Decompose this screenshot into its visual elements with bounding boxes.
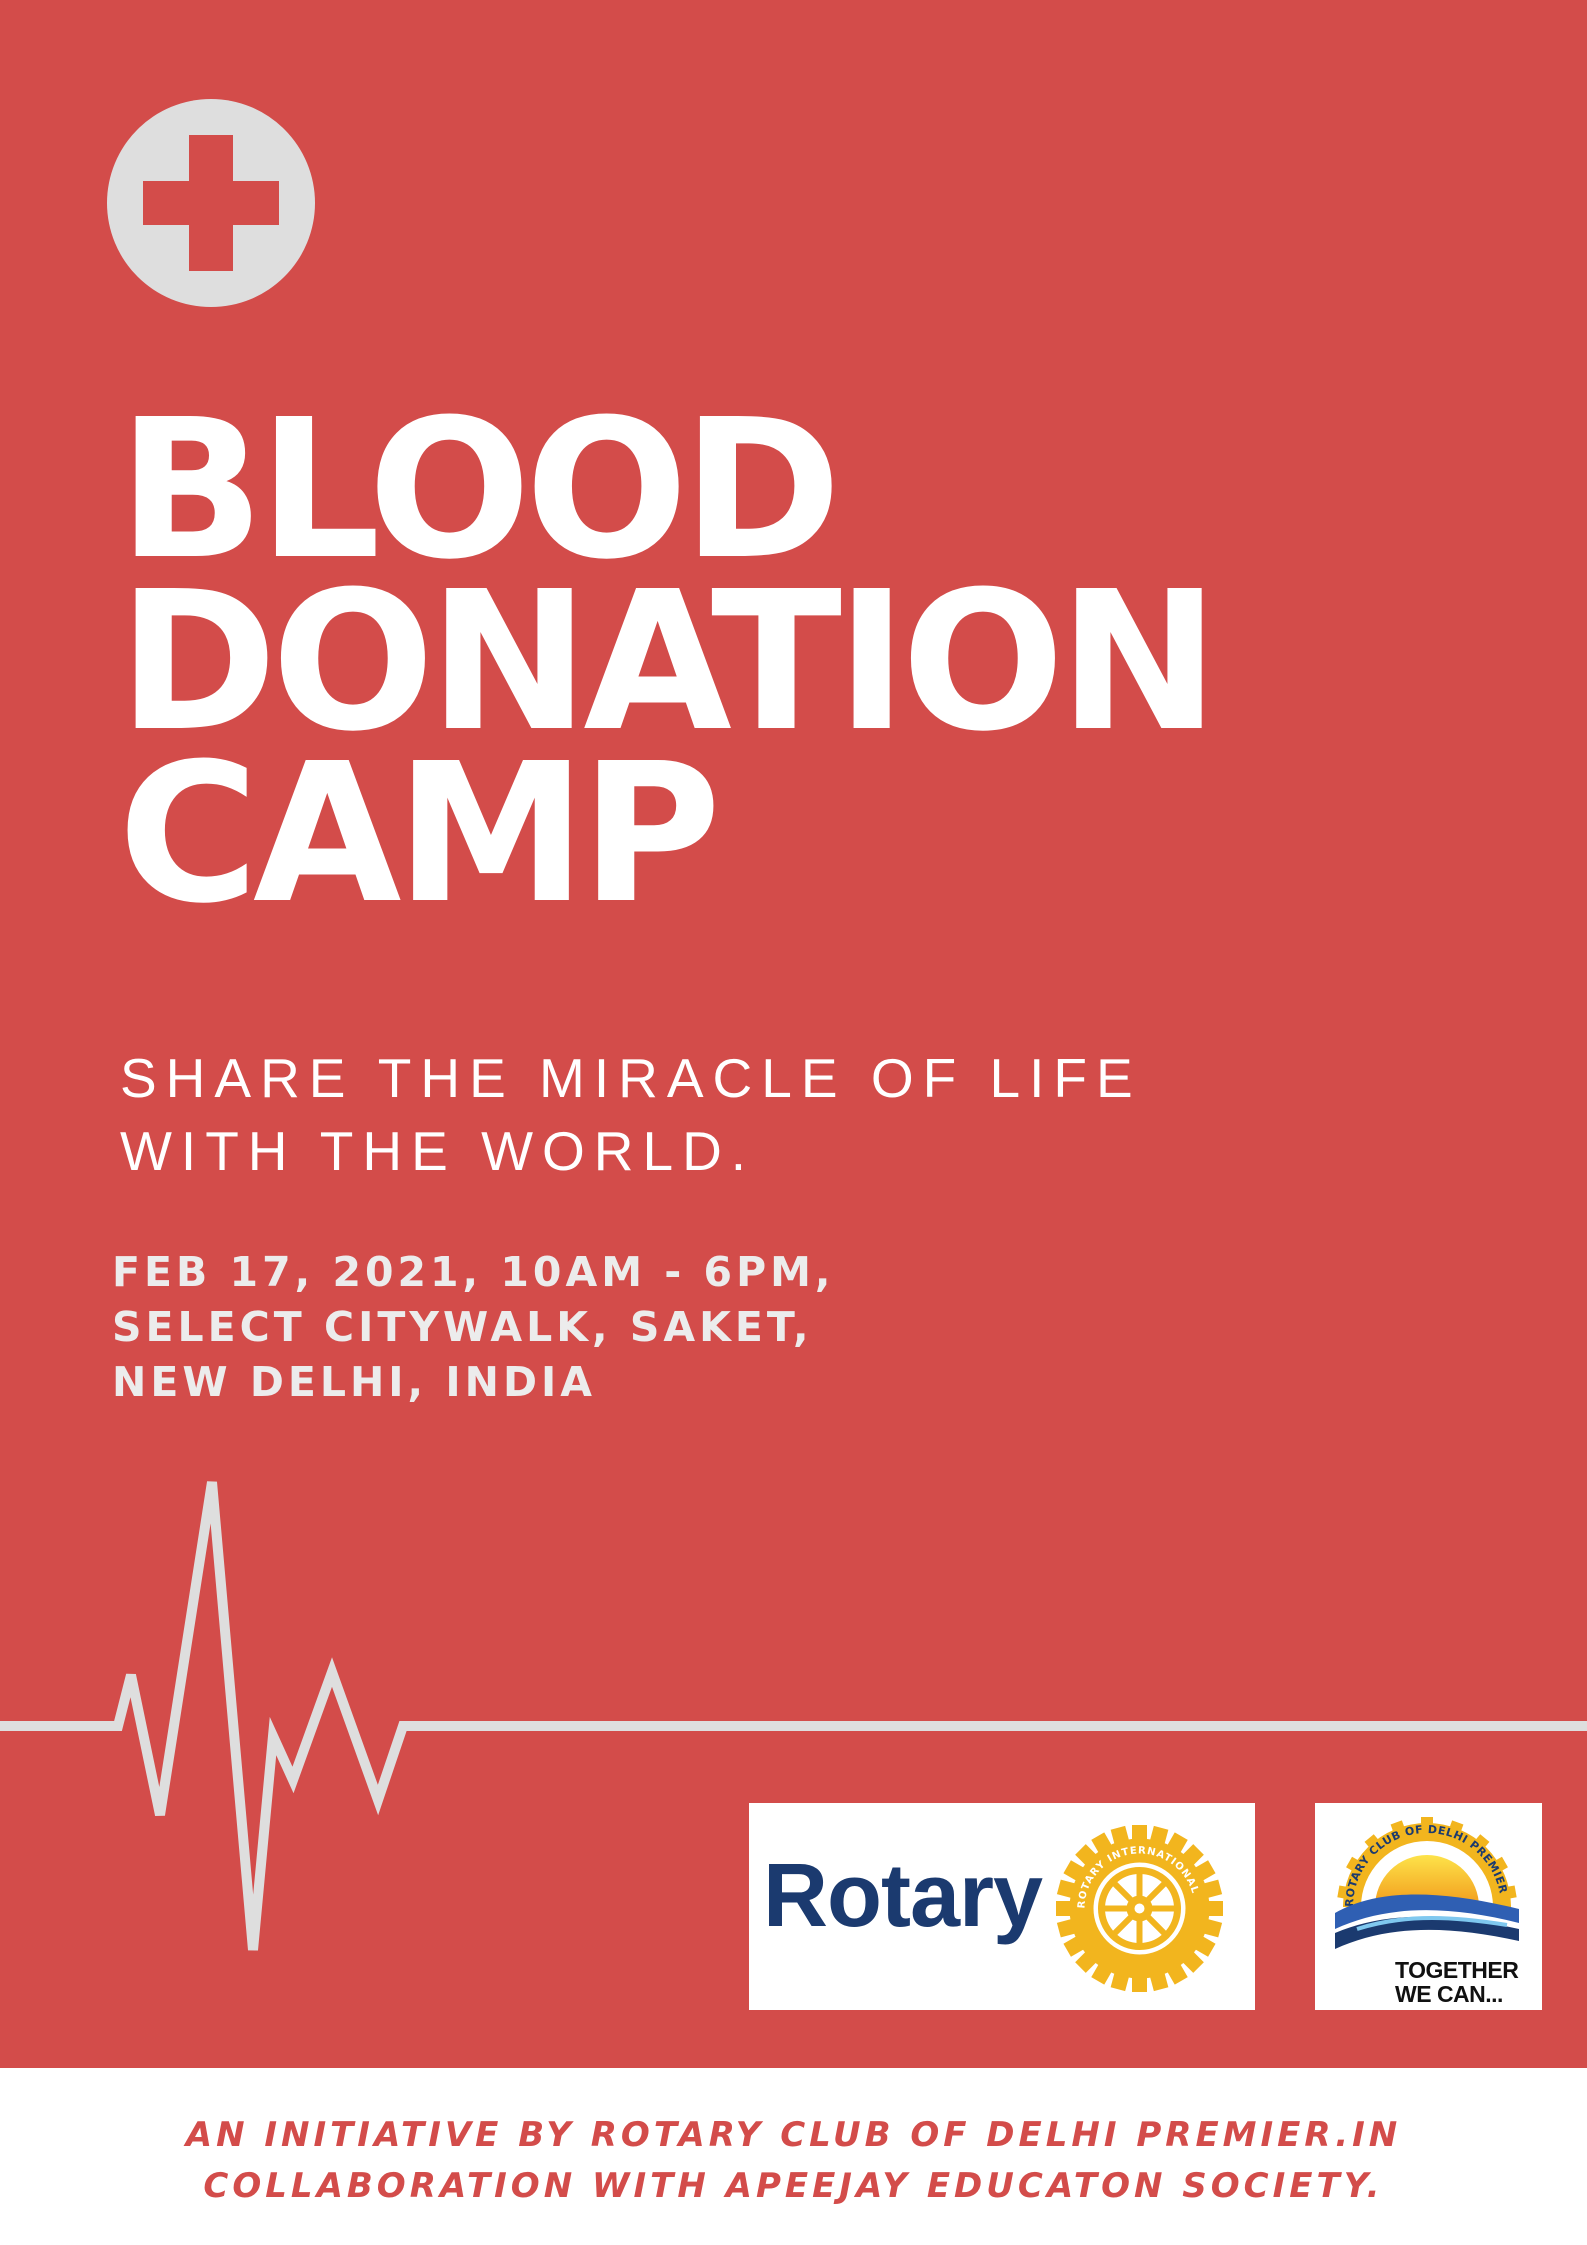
rotary-wheel-icon: ROTARY INTERNATIONAL: [1056, 1825, 1223, 1992]
cross-icon: [107, 99, 315, 307]
poster: BLOOD DONATION CAMP SHARE THE MIRACLE OF…: [0, 0, 1587, 2245]
tagline-line-1: SHARE THE MIRACLE OF LIFE: [120, 1047, 1142, 1109]
club-tagline-line-1: TOGETHER: [1395, 1957, 1519, 1983]
event-city: NEW DELHI, INDIA: [112, 1358, 596, 1406]
tagline-line-2: WITH THE WORLD.: [120, 1120, 756, 1182]
cross-horizontal-bar: [143, 181, 279, 225]
page-title: BLOOD DONATION CAMP: [118, 395, 1219, 946]
club-tagline-line-2: WE CAN...: [1395, 1981, 1503, 2007]
rotary-wordmark: Rotary: [763, 1846, 1043, 1946]
tagline: SHARE THE MIRACLE OF LIFE WITH THE WORLD…: [120, 1042, 1142, 1188]
club-logo: ROTARY CLUB OF DELHI PREMIER TOGETHER WE…: [1315, 1803, 1542, 2010]
footer-text: AN INITIATIVE BY ROTARY CLUB OF DELHI PR…: [0, 2110, 1587, 2212]
footer: AN INITIATIVE BY ROTARY CLUB OF DELHI PR…: [0, 2068, 1587, 2245]
sun-waves-icon: ROTARY CLUB OF DELHI PREMIER: [1335, 1817, 1519, 1949]
event-date-time: FEB 17, 2021, 10AM - 6PM,: [112, 1248, 835, 1296]
event-venue: SELECT CITYWALK, SAKET,: [112, 1303, 813, 1351]
club-tagline: TOGETHER WE CAN...: [1395, 1957, 1519, 2007]
footer-line-1: AN INITIATIVE BY ROTARY CLUB OF DELHI PR…: [185, 2115, 1402, 2155]
rotary-logo: Rotary ROTARY INTERNATIONAL: [749, 1803, 1255, 2010]
footer-line-2: COLLABORATION WITH APEEJAY EDUCATON SOCI…: [203, 2166, 1384, 2206]
event-details: FEB 17, 2021, 10AM - 6PM, SELECT CITYWAL…: [112, 1245, 835, 1410]
title-line-3: CAMP: [118, 723, 721, 946]
